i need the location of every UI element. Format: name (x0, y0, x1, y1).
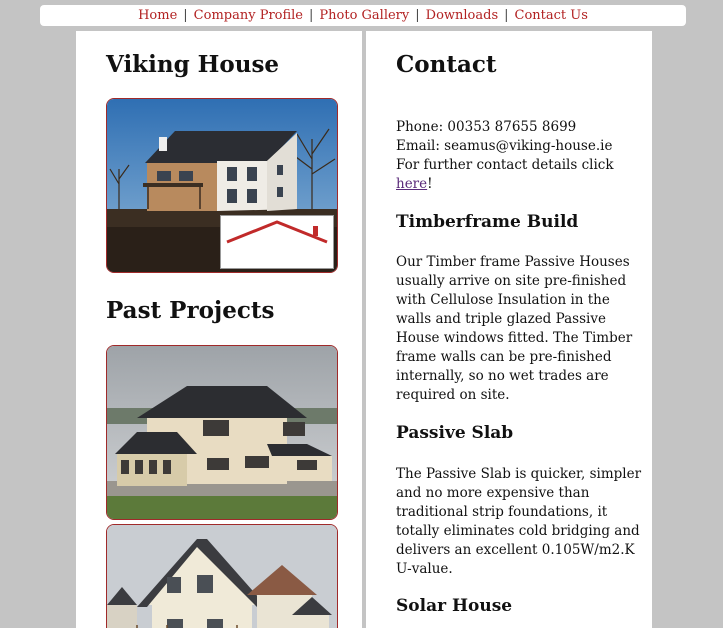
featured-house-photo[interactable] (106, 98, 338, 273)
further-details-text: For further contact details click (396, 157, 614, 173)
nav-contact-us[interactable]: Contact Us (509, 8, 594, 23)
nav-downloads[interactable]: Downloads (420, 8, 504, 23)
viking-house-logo (220, 215, 334, 269)
project-house-image-1 (107, 346, 337, 519)
project-house-image-2 (107, 525, 337, 628)
top-navigation: Home | Company Profile | Photo Gallery |… (40, 5, 686, 26)
contact-details-link[interactable]: here (396, 176, 427, 192)
site-title: Viking House (106, 51, 280, 78)
email-text: Email: seamus@viking-house.ie (396, 138, 613, 154)
nav-company-profile[interactable]: Company Profile (188, 8, 309, 23)
nav-photo-gallery[interactable]: Photo Gallery (313, 8, 415, 23)
further-details-suffix: ! (427, 176, 433, 192)
passive-slab-heading: Passive Slab (396, 423, 514, 443)
contact-details: Phone: 00353 87655 8699 Email: seamus@vi… (396, 118, 648, 194)
right-column: Contact Phone: 00353 87655 8699 Email: s… (366, 31, 652, 628)
timberframe-text: Our Timber frame Passive Houses usually … (396, 254, 633, 403)
nav-home[interactable]: Home (132, 8, 183, 23)
past-projects-heading: Past Projects (106, 297, 275, 324)
timberframe-heading: Timberframe Build (396, 212, 579, 232)
logo-house-icon (226, 220, 328, 244)
passive-slab-text: The Passive Slab is quicker, simpler and… (396, 466, 642, 577)
phone-text: Phone: 00353 87655 8699 (396, 119, 577, 135)
left-column: Viking House Past Projects (76, 31, 362, 628)
solar-house-heading: Solar House (396, 596, 513, 616)
project-photo-1[interactable] (106, 345, 338, 520)
project-photo-2[interactable] (106, 524, 338, 628)
contact-heading: Contact (396, 51, 497, 78)
